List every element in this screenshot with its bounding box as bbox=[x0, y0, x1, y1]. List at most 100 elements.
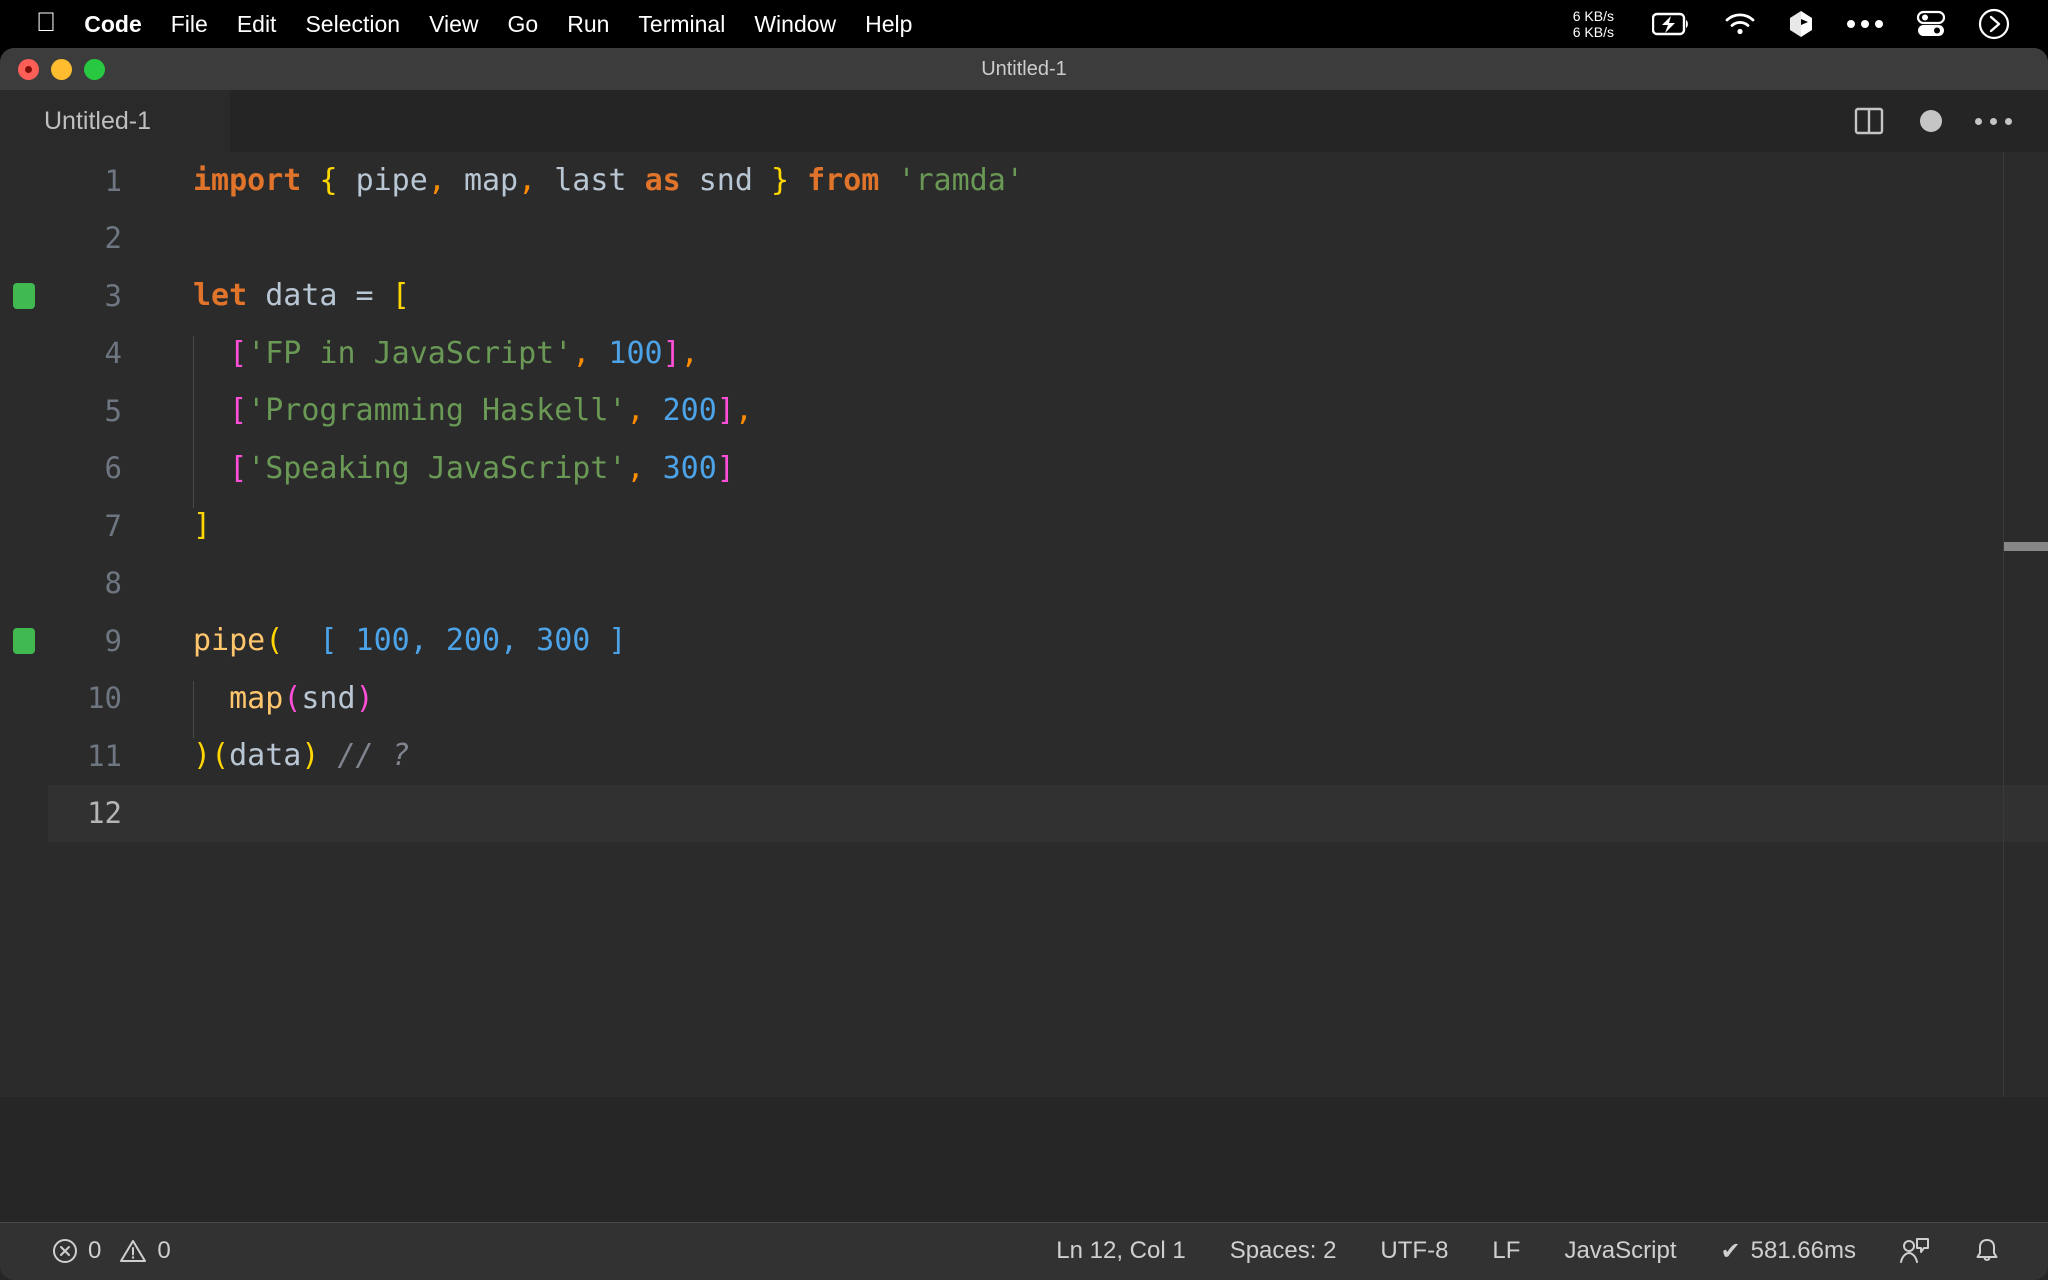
editor-line-9[interactable]: 9 pipe( [ 100, 200, 300 ] bbox=[0, 612, 2048, 670]
code-token: [ bbox=[391, 278, 410, 314]
gutter-glyph-6 bbox=[0, 440, 48, 498]
code-token: ( bbox=[283, 680, 302, 716]
gutter-glyph-9 bbox=[0, 612, 48, 670]
code-token: = bbox=[337, 278, 392, 314]
code-token: , bbox=[626, 393, 645, 429]
warning-count: 0 bbox=[157, 1237, 171, 1264]
code-token: 'FP in JavaScript' bbox=[247, 335, 573, 371]
run-timing-status[interactable]: ✔ 581.66ms bbox=[1698, 1237, 1878, 1266]
editor-line-11[interactable]: 11)(data) // ? bbox=[0, 727, 2048, 785]
code-token: as bbox=[644, 163, 681, 199]
control-center-icon[interactable] bbox=[1916, 10, 1946, 38]
menu-item-window[interactable]: Window bbox=[754, 11, 836, 38]
line-content: map(snd) bbox=[140, 680, 2048, 739]
code-token: , bbox=[427, 163, 446, 199]
battery-charging-icon[interactable] bbox=[1652, 12, 1692, 36]
editor-line-10[interactable]: 10 map(snd) bbox=[0, 670, 2048, 739]
unsaved-dot-icon[interactable] bbox=[1900, 90, 1962, 152]
overview-ruler-border bbox=[2003, 152, 2004, 1097]
code-token: ( bbox=[265, 623, 284, 659]
apple-logo-icon[interactable]:  bbox=[36, 8, 56, 36]
wifi-icon[interactable] bbox=[1724, 12, 1756, 36]
code-token: map bbox=[229, 680, 284, 716]
menu-item-selection[interactable]: Selection bbox=[305, 11, 400, 38]
split-editor-icon[interactable] bbox=[1838, 90, 1900, 152]
menu-bar-tray: 6 KB/s 6 KB/s bbox=[1573, 0, 2048, 48]
menu-item-file[interactable]: File bbox=[171, 11, 208, 38]
menu-items: Code File Edit Selection View Go Run Terminal Wi… bbox=[84, 11, 941, 38]
code-token: [ bbox=[229, 335, 248, 371]
code-token: 'Programming Haskell' bbox=[247, 393, 627, 429]
editor-scrollbar-thumb[interactable] bbox=[2004, 542, 2048, 551]
warning-triangle-icon bbox=[119, 1238, 147, 1264]
code-token: , bbox=[680, 335, 699, 371]
gutter-glyph-8 bbox=[0, 555, 48, 613]
cursor-position[interactable]: Ln 12, Col 1 bbox=[1034, 1237, 1207, 1265]
line-number: 5 bbox=[104, 393, 122, 428]
code-token: 100 bbox=[608, 335, 663, 371]
editor-line-12[interactable]: 12 bbox=[0, 784, 2048, 842]
error-count: 0 bbox=[88, 1237, 102, 1264]
editor-lines: 1 import { pipe, map, last as snd } from … bbox=[0, 152, 2048, 842]
editor-tab-bar: Untitled-1 bbox=[0, 90, 2048, 152]
menu-item-edit[interactable]: Edit bbox=[237, 11, 277, 38]
ellipsis-icon[interactable] bbox=[1846, 18, 1884, 30]
eol-setting[interactable]: LF bbox=[1470, 1237, 1542, 1265]
code-token: 'Speaking JavaScript' bbox=[247, 450, 627, 486]
code-token: 300 bbox=[662, 450, 717, 486]
code-token: , bbox=[518, 163, 537, 199]
menu-item-code[interactable]: Code bbox=[84, 11, 142, 38]
menu-item-terminal[interactable]: Terminal bbox=[638, 11, 725, 38]
language-mode[interactable]: JavaScript bbox=[1542, 1237, 1698, 1265]
check-icon: ✔ bbox=[1720, 1237, 1741, 1265]
encoding-setting[interactable]: UTF-8 bbox=[1358, 1237, 1470, 1265]
code-token: { bbox=[319, 163, 338, 199]
code-token: 200 bbox=[662, 393, 717, 429]
git-added-marker bbox=[13, 282, 35, 309]
menu-item-run[interactable]: Run bbox=[567, 11, 609, 38]
indentation-setting[interactable]: Spaces: 2 bbox=[1208, 1237, 1359, 1265]
code-token: ) bbox=[301, 738, 320, 774]
code-editor[interactable]: 1 import { pipe, map, last as snd } from … bbox=[0, 152, 2048, 1097]
editor-line-7[interactable]: 7] bbox=[0, 497, 2048, 555]
network-speed-indicator: 6 KB/s 6 KB/s bbox=[1572, 8, 1614, 40]
line-number: 4 bbox=[104, 336, 122, 371]
code-token: , bbox=[626, 450, 645, 486]
timing-value: 581.66ms bbox=[1750, 1237, 1856, 1264]
siri-icon[interactable] bbox=[1978, 8, 2010, 40]
code-token: pipe bbox=[193, 623, 266, 659]
editor-line-3[interactable]: 3 let data = [ bbox=[0, 267, 2048, 325]
menu-item-view[interactable]: View bbox=[429, 11, 478, 38]
editor-line-8[interactable]: 8 bbox=[0, 555, 2048, 613]
status-bar-left: 0 0 bbox=[0, 1237, 193, 1265]
editor-line-2[interactable]: 2 bbox=[0, 210, 2048, 268]
code-token: ] bbox=[662, 335, 681, 371]
problems-status[interactable]: 0 0 bbox=[30, 1237, 193, 1265]
line-content: ] bbox=[140, 508, 2048, 543]
menu-item-go[interactable]: Go bbox=[508, 11, 539, 38]
code-token: , bbox=[572, 335, 591, 371]
menu-item-help[interactable]: Help bbox=[865, 11, 912, 38]
editor-line-6[interactable]: 6 ['Speaking JavaScript', 300] bbox=[0, 440, 2048, 509]
more-actions-icon[interactable] bbox=[1962, 90, 2024, 152]
editor-line-4[interactable]: 4 ['FP in JavaScript', 100], bbox=[0, 325, 2048, 394]
feedback-icon[interactable] bbox=[1878, 1237, 1952, 1265]
editor-line-1[interactable]: 1 import { pipe, map, last as snd } from … bbox=[0, 152, 2048, 210]
code-token: last bbox=[554, 163, 627, 199]
line-content: pipe( [ 100, 200, 300 ] bbox=[140, 623, 2048, 658]
gutter-glyph-7 bbox=[0, 497, 48, 555]
tab-untitled-1[interactable]: Untitled-1 bbox=[0, 90, 230, 152]
editor-line-5[interactable]: 5 ['Programming Haskell', 200], bbox=[0, 382, 2048, 451]
code-token: ] bbox=[716, 393, 735, 429]
dropbox-icon[interactable] bbox=[1788, 10, 1814, 38]
notifications-bell-icon[interactable] bbox=[1952, 1237, 2022, 1265]
